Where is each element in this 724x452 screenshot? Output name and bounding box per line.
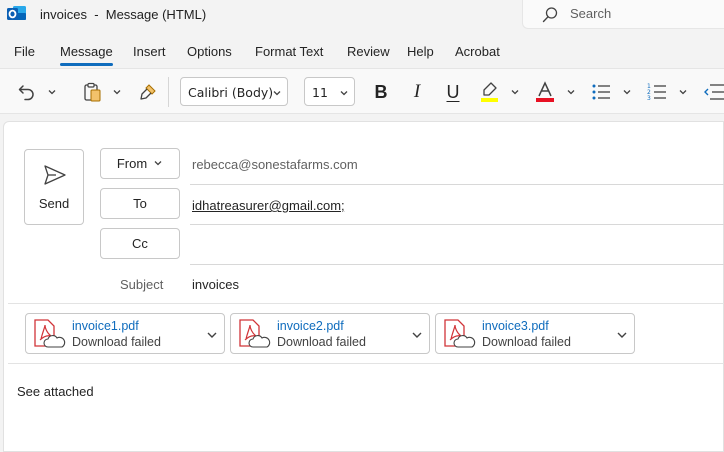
font-color-icon bbox=[536, 81, 554, 102]
attachment-card[interactable]: invoice2.pdf Download failed bbox=[230, 313, 430, 354]
decrease-indent-icon bbox=[704, 84, 724, 100]
paste-button[interactable] bbox=[80, 69, 106, 115]
highlighter-icon bbox=[481, 82, 498, 102]
from-field[interactable]: rebecca@sonestafarms.com bbox=[192, 157, 358, 172]
tab-insert[interactable]: Insert bbox=[133, 44, 166, 59]
attachment-name[interactable]: invoice2.pdf bbox=[277, 319, 344, 333]
compose-pane: Send From rebecca@sonestafarms.com To id… bbox=[3, 121, 724, 452]
font-color-button[interactable] bbox=[532, 69, 558, 115]
tab-format-text[interactable]: Format Text bbox=[255, 44, 323, 59]
message-body[interactable]: See attached bbox=[17, 384, 94, 399]
font-name-value: Calibri (Body) bbox=[188, 85, 274, 100]
attachment-card[interactable]: invoice1.pdf Download failed bbox=[25, 313, 225, 354]
tab-help[interactable]: Help bbox=[407, 44, 434, 59]
paste-dropdown-chevron-icon[interactable] bbox=[112, 87, 122, 97]
ribbon-toolbar: Calibri (Body) 11 B I U 1 2 3 bbox=[0, 68, 724, 114]
chevron-down-icon bbox=[154, 161, 162, 166]
attachments-divider-bottom bbox=[8, 363, 724, 364]
bullets-dropdown-chevron-icon[interactable] bbox=[622, 87, 632, 97]
from-label: From bbox=[116, 156, 148, 171]
search-icon bbox=[542, 7, 558, 23]
italic-button[interactable]: I bbox=[404, 69, 430, 115]
attachments-divider-top bbox=[8, 303, 724, 304]
menu-tabs: File Message Insert Options Format Text … bbox=[0, 40, 724, 66]
to-field[interactable]: idhatreasurer@gmail.com; bbox=[192, 198, 345, 213]
font-name-select[interactable]: Calibri (Body) bbox=[180, 77, 288, 106]
pdf-file-icon bbox=[239, 319, 271, 348]
cc-field[interactable] bbox=[190, 264, 724, 265]
to-divider bbox=[190, 224, 724, 225]
font-size-value: 11 bbox=[312, 85, 328, 100]
tab-acrobat[interactable]: Acrobat bbox=[455, 44, 500, 59]
underline-glyph: U bbox=[446, 81, 460, 102]
highlight-dropdown-chevron-icon[interactable] bbox=[510, 87, 520, 97]
chevron-down-icon bbox=[340, 91, 348, 96]
active-tab-indicator bbox=[60, 63, 113, 66]
from-button[interactable]: From bbox=[100, 148, 180, 179]
tab-review[interactable]: Review bbox=[347, 44, 390, 59]
numbering-dropdown-chevron-icon[interactable] bbox=[678, 87, 688, 97]
chevron-down-icon[interactable] bbox=[616, 329, 628, 341]
attachment-name[interactable]: invoice3.pdf bbox=[482, 319, 549, 333]
bullet-list-icon bbox=[592, 84, 610, 100]
from-divider bbox=[190, 184, 724, 185]
cc-button[interactable]: Cc bbox=[100, 228, 180, 259]
format-painter-button[interactable] bbox=[135, 69, 161, 115]
subject-label: Subject bbox=[120, 277, 164, 292]
attachment-card[interactable]: invoice3.pdf Download failed bbox=[435, 313, 635, 354]
attachment-status: Download failed bbox=[72, 335, 161, 349]
undo-button[interactable] bbox=[14, 69, 40, 115]
numbering-button[interactable]: 1 2 3 bbox=[644, 69, 670, 115]
send-icon bbox=[44, 165, 66, 185]
chevron-down-icon bbox=[273, 91, 281, 96]
font-color-dropdown-chevron-icon[interactable] bbox=[566, 87, 576, 97]
chevron-down-icon[interactable] bbox=[206, 329, 218, 341]
to-button[interactable]: To bbox=[100, 188, 180, 219]
title-bar: invoices - Message (HTML) Search bbox=[0, 0, 724, 32]
tab-options[interactable]: Options bbox=[187, 44, 232, 59]
chevron-down-icon[interactable] bbox=[411, 329, 423, 341]
font-size-select[interactable]: 11 bbox=[304, 77, 355, 106]
pdf-file-icon bbox=[444, 319, 476, 348]
numbered-list-icon: 1 2 3 bbox=[647, 83, 666, 102]
format-painter-icon bbox=[140, 84, 156, 100]
tab-file[interactable]: File bbox=[14, 44, 35, 59]
attachment-name[interactable]: invoice1.pdf bbox=[72, 319, 139, 333]
search-placeholder: Search bbox=[570, 6, 612, 21]
outlook-app-icon bbox=[7, 6, 26, 20]
ribbon-separator bbox=[168, 77, 169, 107]
pdf-file-icon bbox=[34, 319, 66, 348]
bold-button[interactable]: B bbox=[368, 69, 394, 115]
subject-field[interactable]: invoices bbox=[192, 277, 239, 292]
svg-text:3: 3 bbox=[647, 95, 651, 102]
attachment-status: Download failed bbox=[482, 335, 571, 349]
attachment-status: Download failed bbox=[277, 335, 366, 349]
search-box[interactable]: Search bbox=[522, 0, 724, 29]
send-button[interactable]: Send bbox=[24, 149, 84, 225]
bullets-button[interactable] bbox=[588, 69, 614, 115]
underline-button[interactable]: U bbox=[440, 69, 466, 115]
send-label: Send bbox=[38, 196, 70, 211]
clipboard-icon bbox=[84, 82, 101, 102]
window-title: invoices - Message (HTML) bbox=[40, 7, 207, 22]
undo-dropdown-chevron-icon[interactable] bbox=[47, 87, 57, 97]
decrease-indent-button[interactable] bbox=[700, 69, 724, 115]
undo-icon bbox=[18, 85, 34, 101]
tab-message[interactable]: Message bbox=[60, 44, 113, 59]
highlight-button[interactable] bbox=[476, 69, 502, 115]
